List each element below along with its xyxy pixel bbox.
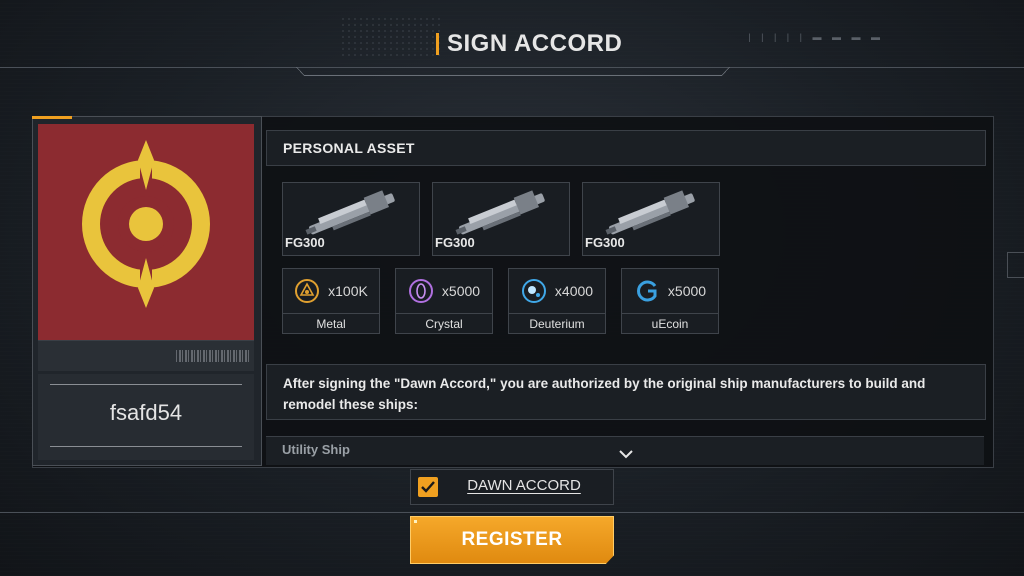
ship-card[interactable]: FG300 — [282, 182, 420, 256]
accord-emblem-icon — [82, 140, 210, 308]
crystal-icon — [408, 279, 433, 303]
decor-dots — [340, 16, 440, 56]
resource-amount: x100K — [328, 283, 368, 299]
button-decor — [414, 520, 417, 523]
resource-value: x5000 — [396, 269, 492, 313]
decor-ticks: | | | | | ▬ ▬ ▬ ▬ — [748, 32, 884, 42]
resource-card-metal[interactable]: x100K Metal — [282, 268, 380, 334]
footer-divider — [0, 512, 1024, 513]
section-title: PERSONAL ASSET — [283, 140, 415, 156]
ship-icon — [455, 190, 545, 235]
header-notch — [295, 66, 731, 76]
accord-link[interactable]: DAWN ACCORD — [440, 477, 608, 494]
ship-card[interactable]: FG300 — [432, 182, 570, 256]
resource-card-deuterium[interactable]: x4000 Deuterium — [508, 268, 606, 334]
barcode-decor — [176, 350, 250, 362]
divider — [50, 384, 242, 385]
resource-card-crystal[interactable]: x5000 Crystal — [395, 268, 493, 334]
resource-value: x5000 — [622, 269, 718, 313]
page-title-text: SIGN ACCORD — [447, 30, 623, 57]
username: fsafd54 — [109, 400, 183, 425]
resource-name: Deuterium — [509, 313, 605, 334]
divider — [50, 446, 242, 447]
page-title: SIGN ACCORD — [436, 30, 622, 58]
resource-amount: x5000 — [441, 283, 481, 299]
profile-accent — [32, 116, 72, 119]
check-icon — [421, 481, 435, 493]
list-item-label: Utility Ship — [282, 442, 350, 457]
deuterium-icon — [521, 279, 546, 303]
description-text: After signing the "Dawn Accord," you are… — [283, 376, 926, 412]
resource-card-uecoin[interactable]: x5000 uEcoin — [621, 268, 719, 334]
ship-label: FG300 — [435, 235, 475, 250]
accord-description: After signing the "Dawn Accord," you are… — [266, 364, 986, 420]
resource-amount: x5000 — [667, 283, 707, 299]
title-accent — [436, 33, 439, 55]
side-decor — [1007, 252, 1024, 278]
chevron-down-icon[interactable] — [618, 448, 634, 460]
register-button[interactable]: REGISTER — [410, 516, 614, 564]
resource-name: uEcoin — [622, 313, 718, 334]
uecoin-icon — [637, 280, 657, 302]
ship-icon — [605, 190, 695, 235]
resource-value: x4000 — [509, 269, 605, 313]
ship-label: FG300 — [285, 235, 325, 250]
accord-checkbox[interactable] — [418, 477, 438, 497]
resource-value: x100K — [283, 269, 379, 313]
metal-icon — [295, 279, 320, 303]
personal-asset-header: PERSONAL ASSET — [266, 130, 986, 166]
resource-amount: x4000 — [554, 283, 594, 299]
ship-card[interactable]: FG300 — [582, 182, 720, 256]
ship-label: FG300 — [585, 235, 625, 250]
register-label: REGISTER — [461, 529, 563, 550]
resource-name: Metal — [283, 313, 379, 334]
ship-icon — [305, 190, 395, 235]
resource-name: Crystal — [396, 313, 492, 334]
